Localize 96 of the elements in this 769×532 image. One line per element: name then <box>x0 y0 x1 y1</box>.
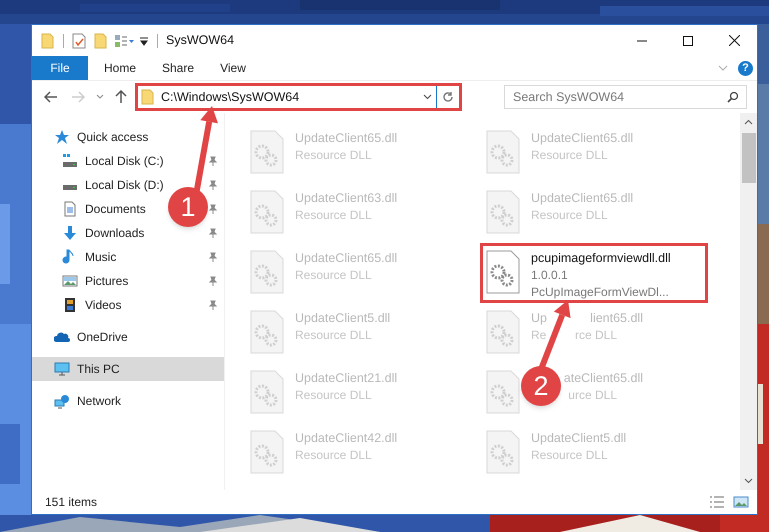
help-button[interactable]: ? <box>738 60 753 76</box>
file-name: UpdateClient42.dll <box>295 430 398 447</box>
file-gear-icon <box>486 310 520 354</box>
search-field[interactable]: Search SysWOW64 <box>504 85 747 109</box>
nav-item[interactable]: OneDrive <box>54 328 128 346</box>
scroll-down-icon[interactable] <box>744 478 753 484</box>
file-gear-icon <box>250 430 284 474</box>
window-title: SysWOW64 <box>166 32 234 50</box>
file-detail: Resource DLL <box>531 147 609 164</box>
close-icon <box>728 35 740 46</box>
search-icon[interactable] <box>727 91 739 103</box>
view-layout-icon[interactable] <box>114 34 136 48</box>
file-name: UpdateClient65.dll <box>295 250 398 267</box>
file-name: UpdateClient63.dll <box>295 190 398 207</box>
drive-icon <box>62 153 78 169</box>
file-gear-icon <box>250 190 284 234</box>
file-detail: Resource DLL <box>295 267 373 284</box>
scrollbar[interactable] <box>740 113 757 490</box>
document-icon <box>62 201 78 217</box>
file-name: UpdateClient65.dll <box>531 190 634 207</box>
file-name: UpdateClient21.dll <box>295 370 398 387</box>
ribbon-tab[interactable]: Share <box>146 56 204 80</box>
file-detail: Resource DLL <box>531 207 609 224</box>
nav-item[interactable]: Network <box>54 392 122 410</box>
dropdown-arrow-icon[interactable] <box>139 36 149 46</box>
nav-item[interactable]: Downloads <box>62 224 144 242</box>
item-count: 151 items <box>45 494 98 511</box>
nav-item[interactable]: Pictures <box>62 272 128 290</box>
file-detail: 1.0.0.1 <box>531 267 569 284</box>
large-icons-view-icon[interactable] <box>733 495 749 509</box>
file-detail: Resource DLL <box>531 447 609 464</box>
file-detail: Resource DLL <box>295 447 373 464</box>
details-view-icon[interactable] <box>709 495 725 509</box>
file-detail: Resource DLL <box>295 387 373 404</box>
file-name: lient65.dll <box>590 310 643 327</box>
nav-item[interactable]: Local Disk (C:) <box>62 152 164 170</box>
nav-item[interactable]: Quick access <box>54 128 148 146</box>
file-gear-icon <box>250 250 284 294</box>
ribbon-tab[interactable]: File <box>32 56 88 80</box>
nav-item[interactable]: This PC <box>54 360 120 378</box>
nav-item[interactable]: Videos <box>62 296 122 314</box>
file-detail: urce DLL <box>568 387 617 404</box>
download-icon <box>62 225 78 241</box>
properties-icon[interactable] <box>72 32 86 48</box>
maximize-icon <box>683 36 693 46</box>
address-field[interactable]: C:\Windows\SysWOW64 <box>138 86 436 108</box>
nav-item[interactable]: Documents <box>62 200 146 218</box>
file-gear-icon <box>486 430 520 474</box>
pin-icon[interactable] <box>208 276 218 286</box>
pin-icon[interactable] <box>208 228 218 238</box>
nav-item[interactable]: Local Disk (D:) <box>62 176 164 194</box>
scroll-up-icon[interactable] <box>744 119 753 125</box>
pictures-icon <box>62 273 78 289</box>
pin-icon[interactable] <box>208 204 218 214</box>
file-detail: Re <box>531 327 546 344</box>
file-detail: rce DLL <box>574 327 617 344</box>
ribbon-tab[interactable]: View <box>204 56 262 80</box>
file-detail: Resource DLL <box>295 207 373 224</box>
film-icon <box>62 297 78 313</box>
file-name: pcupimageformviewdll.dll <box>531 250 671 267</box>
file-name: UpdateClient5.dll <box>295 310 390 327</box>
file-gear-icon <box>486 250 520 294</box>
pin-icon[interactable] <box>208 300 218 310</box>
pin-icon[interactable] <box>208 156 218 166</box>
file-name: UpdateClient5.dll <box>531 430 626 447</box>
file-name: ateClient65.dll <box>564 370 643 387</box>
folder-icon <box>41 32 55 48</box>
file-name: UpdateClient65.dll <box>295 130 398 147</box>
computer-icon <box>54 361 70 377</box>
chevron-down-icon[interactable] <box>423 94 432 100</box>
refresh-icon <box>442 91 454 103</box>
pin-icon[interactable] <box>208 180 218 190</box>
address-path: C:\Windows\SysWOW64 <box>161 88 300 106</box>
file-gear-icon <box>250 370 284 414</box>
up-arrow-icon[interactable] <box>115 90 127 104</box>
file-name: Up <box>531 310 547 327</box>
file-detail: Resource DLL <box>295 327 373 344</box>
file-gear-icon <box>486 370 520 414</box>
file-name: UpdateClient65.dll <box>531 130 634 147</box>
scrollbar-thumb[interactable] <box>742 133 756 183</box>
file-gear-icon <box>486 130 520 174</box>
network-icon <box>54 393 70 409</box>
file-gear-icon <box>250 310 284 354</box>
back-arrow-icon[interactable] <box>44 91 58 103</box>
drive-icon <box>62 185 78 191</box>
nav-item[interactable]: Music <box>62 248 116 266</box>
star-icon <box>54 129 70 145</box>
folder-icon <box>141 89 155 105</box>
file-gear-icon <box>486 190 520 234</box>
minimize-icon <box>637 40 647 42</box>
new-folder-icon <box>94 32 108 48</box>
ribbon-tab[interactable]: Home <box>88 56 146 80</box>
file-detail: Resource DLL <box>295 147 373 164</box>
file-detail: PcUpImageFormViewDl... <box>531 284 670 301</box>
pin-icon[interactable] <box>208 252 218 262</box>
file-gear-icon <box>250 130 284 174</box>
